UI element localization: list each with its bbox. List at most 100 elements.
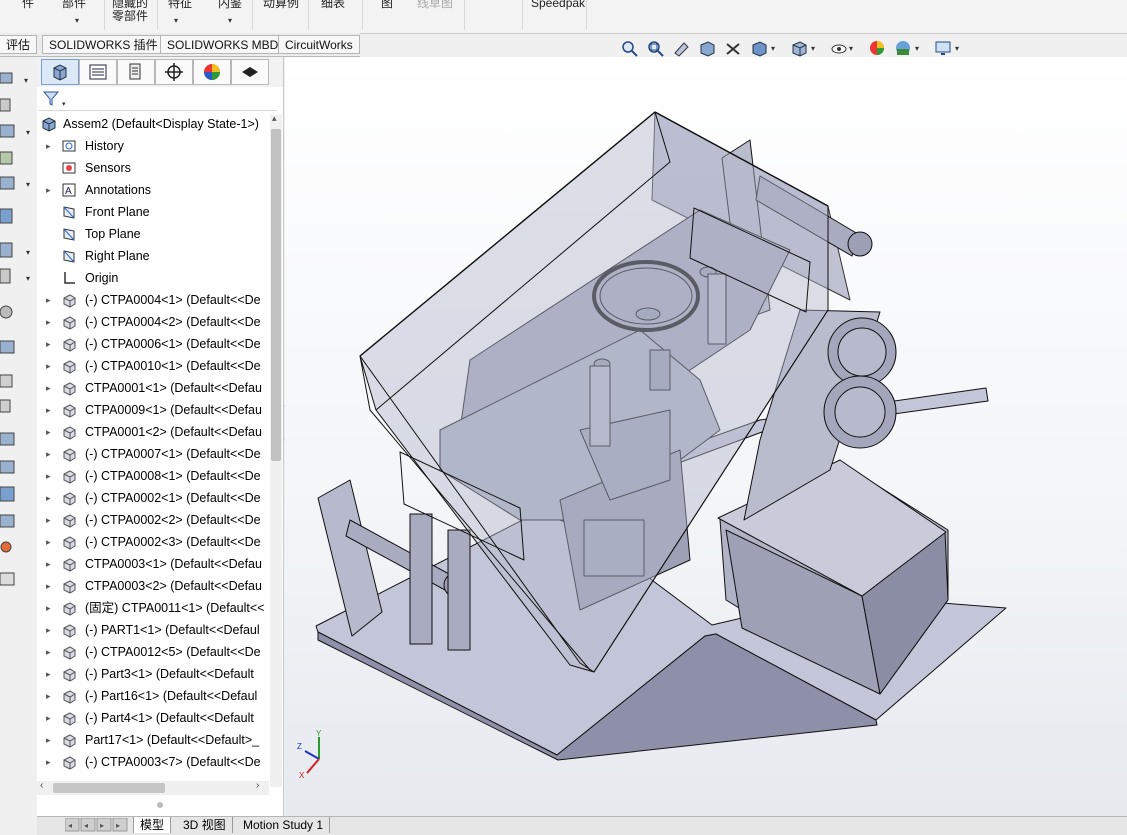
tree-item[interactable]: ▸ A Annotations [37, 179, 269, 201]
tab-solidworks-mbd[interactable]: SOLIDWORKS MBD [160, 35, 286, 54]
zoom-to-area-icon[interactable] [646, 39, 664, 57]
view-settings-icon[interactable] [934, 39, 952, 57]
left-toolbar-icons[interactable]: ▾ ▾ ▾ ▾ ▾ [0, 57, 37, 617]
assembly-model-render[interactable] [285, 57, 1127, 816]
tree-item[interactable]: Origin [37, 267, 269, 289]
tree-item[interactable]: ▸ CTPA0003<2> (Default<<Defau [37, 575, 269, 597]
expand-arrow-icon[interactable]: ▸ [46, 465, 51, 487]
ribbon-item-3[interactable]: 特征 [168, 0, 192, 10]
graphics-viewport[interactable]: Y Z X [285, 57, 1127, 816]
expand-arrow-icon[interactable]: ▸ [46, 685, 51, 707]
tab-cam[interactable] [231, 59, 269, 85]
hide-show-items-icon[interactable] [830, 39, 848, 57]
tree-item[interactable]: ▸ CTPA0001<1> (Default<<Defau [37, 377, 269, 399]
expand-arrow-icon[interactable]: ▸ [46, 575, 51, 597]
expand-arrow-icon[interactable]: ▸ [46, 289, 51, 311]
ribbon-item-4[interactable]: 内鉴 [218, 0, 242, 10]
tab-evaluate[interactable]: 评估 [0, 35, 38, 54]
expand-arrow-icon[interactable]: ▸ [46, 663, 51, 685]
view-orientation-icon[interactable] [750, 39, 768, 57]
tree-item[interactable]: ▸ (-) Part3<1> (Default<<Default [37, 663, 269, 685]
horizontal-scrollbar-thumb[interactable] [53, 783, 165, 793]
tree-item[interactable]: Top Plane [37, 223, 269, 245]
tab-circuitworks[interactable]: CircuitWorks [278, 35, 360, 54]
vertical-scrollbar-thumb[interactable] [271, 129, 281, 461]
tab-feature-tree[interactable] [41, 59, 79, 85]
tree-item[interactable]: ▸ (-) PART1<1> (Default<<Defaul [37, 619, 269, 641]
expand-arrow-icon[interactable]: ▸ [46, 421, 51, 443]
expand-arrow-icon[interactable]: ▸ [46, 531, 51, 553]
display-style-icon[interactable] [790, 39, 808, 57]
previous-view-icon[interactable] [672, 39, 690, 57]
ribbon-item-6[interactable]: 细表 [321, 0, 345, 10]
ribbon-item-9[interactable]: Speedpak [531, 0, 585, 10]
tree-item[interactable]: ▸ CTPA0001<2> (Default<<Defau [37, 421, 269, 443]
expand-arrow-icon[interactable]: ▸ [46, 135, 51, 157]
tree-item[interactable]: ▸ History [37, 135, 269, 157]
tree-item[interactable]: ▸ (-) CTPA0004<1> (Default<<De [37, 289, 269, 311]
tab-dimxpert[interactable] [155, 59, 193, 85]
apply-scene-icon[interactable] [894, 39, 912, 57]
expand-arrow-icon[interactable]: ▸ [46, 707, 51, 729]
tab-solidworks-addins[interactable]: SOLIDWORKS 插件 [42, 35, 165, 54]
tree-item[interactable]: ▸ (-) Part16<1> (Default<<Defaul [37, 685, 269, 707]
expand-arrow-icon[interactable]: ▸ [46, 553, 51, 575]
expand-arrow-icon[interactable]: ▸ [46, 311, 51, 333]
tree-item[interactable]: ▸ (-) CTPA0008<1> (Default<<De [37, 465, 269, 487]
expand-arrow-icon[interactable]: ▸ [46, 333, 51, 355]
zoom-to-fit-icon[interactable] [620, 39, 638, 57]
tab-3d-view[interactable]: 3D 视图 [177, 817, 233, 833]
dynamic-annotation-icon[interactable] [724, 39, 742, 57]
expand-arrow-icon[interactable]: ▸ [46, 751, 51, 773]
chevron-down-icon[interactable]: ▾ [228, 16, 232, 25]
tree-item[interactable]: ▸ (-) CTPA0006<1> (Default<<De [37, 333, 269, 355]
expand-arrow-icon[interactable]: ▸ [46, 399, 51, 421]
tree-item[interactable]: ▸ (-) Part4<1> (Default<<Default [37, 707, 269, 729]
tree-item[interactable]: ▸ (-) CTPA0003<7> (Default<<De [37, 751, 269, 773]
expand-arrow-icon[interactable]: ▸ [46, 355, 51, 377]
tree-item[interactable]: ▸ (-) CTPA0002<2> (Default<<De [37, 509, 269, 531]
chevron-down-icon[interactable]: ▾ [770, 39, 780, 57]
tab-scroll-buttons[interactable]: ◂ ◂ ▸ ▸ [65, 818, 129, 832]
expand-arrow-icon[interactable]: ▸ [46, 377, 51, 399]
tab-model[interactable]: 模型 [133, 817, 172, 833]
tree-item[interactable]: Right Plane [37, 245, 269, 267]
expand-arrow-icon[interactable]: ▸ [46, 619, 51, 641]
tab-property-manager[interactable] [79, 59, 117, 85]
ribbon-item-2[interactable]: 隐藏的零部件 [110, 0, 150, 23]
chevron-down-icon[interactable]: ▾ [914, 39, 924, 57]
tab-configuration-manager[interactable] [117, 59, 155, 85]
tree-item[interactable]: ▸ (-) CTPA0012<5> (Default<<De [37, 641, 269, 663]
tree-item[interactable]: ▸ Part17<1> (Default<<Default>_ [37, 729, 269, 751]
expand-arrow-icon[interactable]: ▸ [46, 487, 51, 509]
tree-item[interactable]: Front Plane [37, 201, 269, 223]
expand-arrow-icon[interactable]: ▸ [46, 179, 51, 201]
ribbon-item-7[interactable]: 图 [381, 0, 393, 10]
tree-item[interactable]: ▸ (-) CTPA0004<2> (Default<<De [37, 311, 269, 333]
tree-item[interactable]: ▸ (-) CTPA0007<1> (Default<<De [37, 443, 269, 465]
ribbon-item-0[interactable]: 件 [22, 0, 34, 10]
ribbon-item-5[interactable]: 动算例 [263, 0, 299, 10]
tree-item[interactable]: ▸ (-) CTPA0002<1> (Default<<De [37, 487, 269, 509]
tree-item[interactable]: ▸ CTPA0003<1> (Default<<Defau [37, 553, 269, 575]
chevron-down-icon[interactable]: ▾ [954, 39, 964, 57]
ribbon-item-8[interactable]: 线草图 [417, 0, 453, 10]
filter-icon[interactable]: ▾ [41, 89, 71, 109]
tree-item[interactable]: ▸ (-) CTPA0002<3> (Default<<De [37, 531, 269, 553]
section-view-icon[interactable] [698, 39, 716, 57]
tree-item[interactable]: Sensors [37, 157, 269, 179]
tree-item[interactable]: ▸ (固定) CTPA0011<1> (Default<< [37, 597, 269, 619]
scroll-right-icon[interactable]: › [256, 780, 259, 791]
tab-display-manager[interactable] [193, 59, 231, 85]
chevron-down-icon[interactable]: ▾ [75, 16, 79, 25]
ribbon-item-1[interactable]: 部件 [62, 0, 86, 10]
edit-appearance-icon[interactable] [868, 39, 886, 57]
chevron-down-icon[interactable]: ▾ [810, 39, 820, 57]
tab-motion-study[interactable]: Motion Study 1 [237, 817, 331, 833]
chevron-down-icon[interactable]: ▾ [174, 16, 178, 25]
chevron-down-icon[interactable]: ▾ [848, 39, 858, 57]
expand-arrow-icon[interactable]: ▸ [46, 509, 51, 531]
scroll-up-icon[interactable]: ▴ [272, 113, 277, 124]
splitter-handle[interactable] [157, 802, 163, 808]
tree-root-assembly[interactable]: Assem2 (Default<Display State-1>) [37, 113, 269, 135]
